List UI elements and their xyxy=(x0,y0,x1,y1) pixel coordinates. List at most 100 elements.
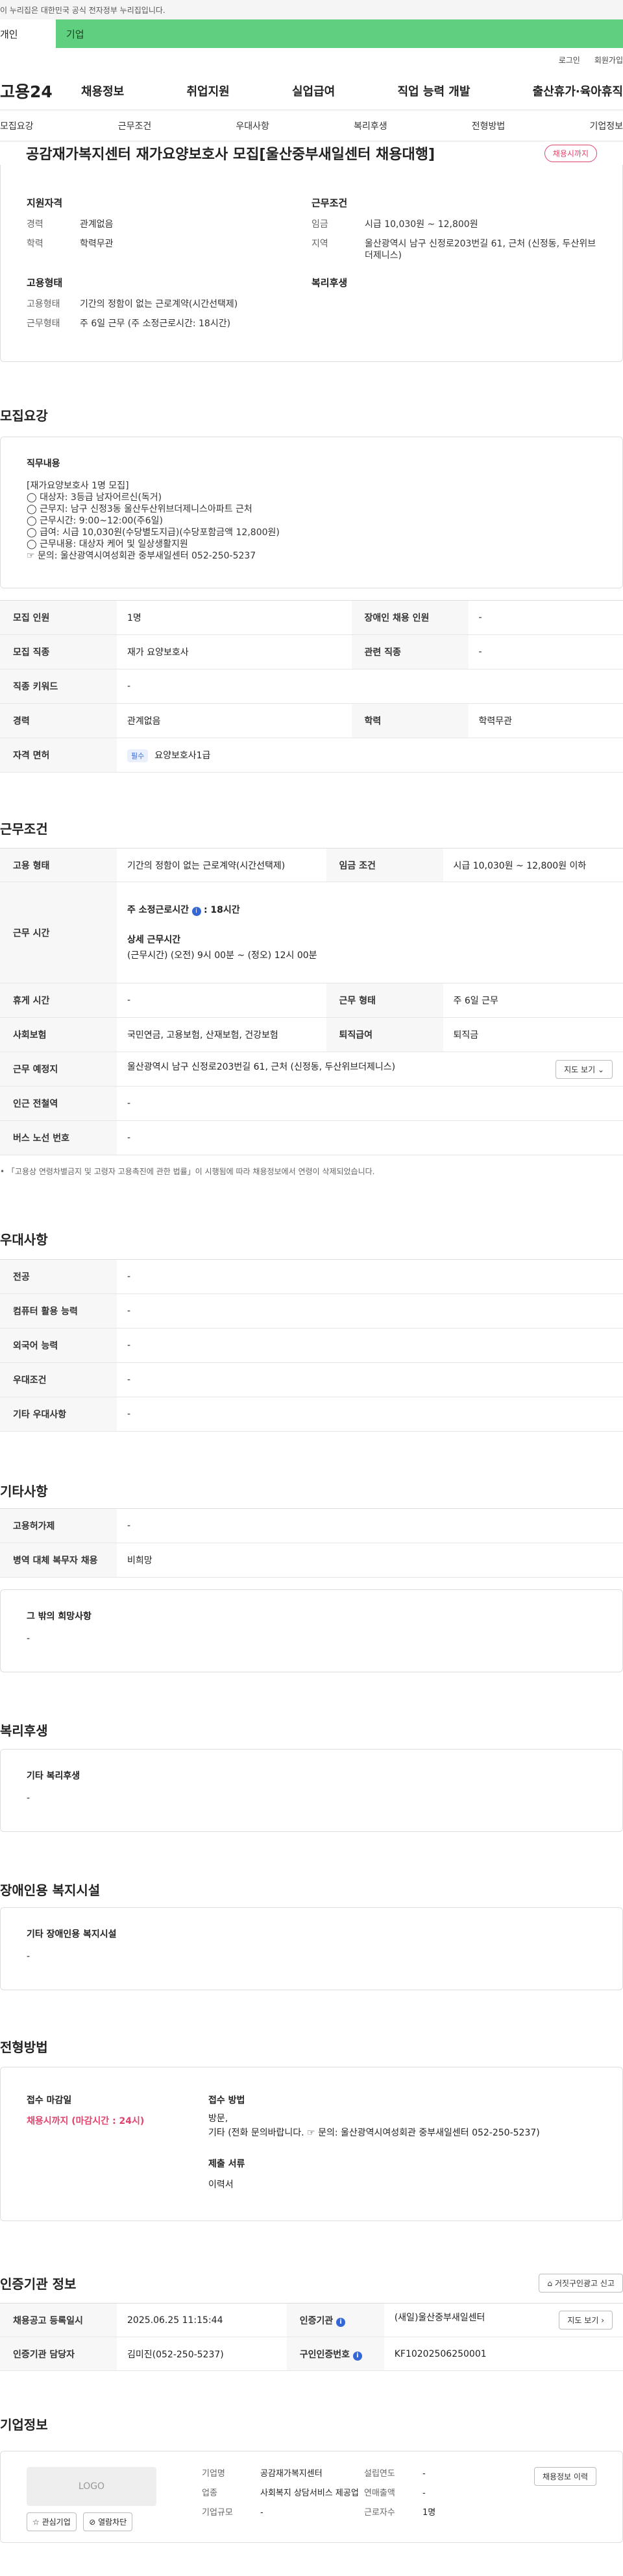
revenue-value: - xyxy=(422,2488,426,2498)
disabled-headcount-label: 장애인 채용 인원 xyxy=(351,600,469,635)
recruit-section-title: 모집요강 xyxy=(0,408,48,424)
auth-number-value: KF10202506250001 xyxy=(384,2337,623,2371)
welfare-heading: 기타 복리후생 xyxy=(27,1771,80,1781)
method-value-2: 기타 (전화 문의바랍니다. ☞ 문의: 울산광역시여성회관 중부새일센터 05… xyxy=(208,2128,540,2138)
work-conditions-heading: 근무조건 xyxy=(312,197,348,209)
menu-parental-leave[interactable]: 출산휴가·육아휴직 xyxy=(533,82,623,99)
method-value-1: 방문, xyxy=(208,2113,228,2124)
work-form-label: 근무형태 xyxy=(27,319,60,329)
bus-label: 버스 노선 번호 xyxy=(0,1120,117,1155)
headcount-label: 모집 인원 xyxy=(0,600,117,635)
anchor-welfare[interactable]: 복리후생 xyxy=(354,119,387,132)
menu-unemployment-benefit[interactable]: 실업급여 xyxy=(292,82,335,99)
welfare-section-title: 복리후생 xyxy=(0,1723,48,1739)
agency-section-title: 인증기관 정보 xyxy=(0,2276,77,2292)
registered-value: 2025.06.25 11:15:44 xyxy=(117,2303,287,2337)
status-badge: 채용시까지 xyxy=(544,144,597,162)
process-box: 접수 마감일 채용시까지 (마감시간 : 24시) 접수 방법 방문, 기타 (… xyxy=(0,2067,623,2221)
region-label: 지역 xyxy=(312,239,328,249)
menu-jobs[interactable]: 채용정보 xyxy=(81,82,124,99)
disability-value: - xyxy=(27,1951,31,1962)
education-label: 학력 xyxy=(27,239,43,249)
login-link[interactable]: 로그인 xyxy=(559,54,580,66)
table-row: 기타 우대사항 - xyxy=(0,1397,623,1432)
recruit-table: 모집 인원 1명 장애인 채용 인원 - 모집 직종 재가 요양보호사 관련 직… xyxy=(0,600,623,773)
report-button[interactable]: ⌂ 거짓구인광고 신고 xyxy=(539,2274,623,2293)
desc-line: ◯ 대상자: 3등급 남자어르신(독거) xyxy=(27,492,162,503)
info-icon[interactable]: i xyxy=(336,2317,346,2327)
conditions-table: 고용 형태 기간의 정함이 없는 근로계약(시간선택제) 임금 조건 시급 10… xyxy=(0,848,623,1155)
agency-table: 채용공고 등록일시 2025.06.25 11:15:44 인증기관 i (새일… xyxy=(0,2303,623,2371)
table-row: 고용 형태 기간의 정함이 없는 근로계약(시간선택제) 임금 조건 시급 10… xyxy=(0,848,623,882)
favorite-company-button[interactable]: ☆ 관심기업 xyxy=(27,2512,77,2531)
documents-label: 제출 서류 xyxy=(208,2159,245,2169)
table-row: 채용공고 등록일시 2025.06.25 11:15:44 인증기관 i (새일… xyxy=(0,2303,623,2337)
etc-section-title: 기타사항 xyxy=(0,1484,48,1499)
table-row: 전공 - xyxy=(0,1259,623,1294)
hiring-history-button[interactable]: 채용정보 이력 xyxy=(533,2467,596,2486)
anchor-preference[interactable]: 우대사항 xyxy=(236,119,269,132)
work-permit-value: - xyxy=(117,1508,623,1543)
registered-label: 채용공고 등록일시 xyxy=(0,2303,117,2337)
conditions-section-title: 근무조건 xyxy=(0,821,48,837)
company-name-label: 기업명 xyxy=(202,2469,225,2479)
other-wishes-box: 그 밖의 희망사항 - xyxy=(0,1589,623,1672)
related-job-label: 관련 직종 xyxy=(351,634,469,669)
manager-label: 인증기관 담당자 xyxy=(0,2337,117,2371)
retirement-label: 퇴직급여 xyxy=(326,1017,443,1052)
founded-label: 설립연도 xyxy=(364,2469,395,2479)
job-title: 공감재가복지센터 재가요양보호사 모집[울산중부새일센터 채용대행] xyxy=(26,147,435,163)
experience-value: 관계없음 xyxy=(117,703,352,738)
menu-employment-support[interactable]: 취업지원 xyxy=(187,82,230,99)
revenue-label: 연매출액 xyxy=(364,2488,395,2498)
company-size-value: - xyxy=(260,2508,263,2518)
agency-label: 인증기관 xyxy=(299,2315,334,2326)
language-label: 외국어 능력 xyxy=(0,1328,117,1363)
tab-personal[interactable]: 개인 xyxy=(0,19,56,48)
education-label: 학력 xyxy=(351,703,469,738)
other-wishes-heading: 그 밖의 희망사항 xyxy=(27,1611,92,1622)
signup-link[interactable]: 회원가입 xyxy=(594,54,623,66)
preference-table: 전공 - 컴퓨터 활용 능력 - 외국어 능력 - 우대조건 - 기타 우대사항 - xyxy=(0,1259,623,1432)
table-row: 사회보험 국민연금, 고용보험, 산재보험, 건강보험 퇴직급여 퇴직금 xyxy=(0,1017,623,1052)
table-row: 버스 노선 번호 - xyxy=(0,1120,623,1155)
manager-value: 김미진(052-250-5237) xyxy=(117,2337,287,2371)
block-view-button[interactable]: ⊘ 열람차단 xyxy=(83,2512,133,2531)
site-logo[interactable]: 고용24 xyxy=(0,79,81,102)
employees-label: 근로자수 xyxy=(364,2508,395,2518)
job-category-value: 재가 요양보호사 xyxy=(117,634,352,669)
table-row: 컴퓨터 활용 능력 - xyxy=(0,1294,623,1329)
section-anchor-nav: 모집요강 근무조건 우대사항 복리후생 전형방법 기업정보 xyxy=(0,110,623,141)
job-keyword-label: 직종 키워드 xyxy=(0,669,117,704)
agency-detail-button[interactable]: 지도 보기 › xyxy=(559,2311,613,2329)
job-category-label: 모집 직종 xyxy=(0,634,117,669)
insurance-value: 국민연금, 고용보험, 산재보험, 건강보험 xyxy=(117,1017,326,1052)
info-icon[interactable]: i xyxy=(191,906,201,916)
etc-table: 고용허가제 - 병역 대체 복무자 채용 비희망 xyxy=(0,1508,623,1578)
utility-links: 로그인 회원가입 xyxy=(0,48,623,71)
user-type-tabs: 개인 기업 xyxy=(0,19,623,48)
detail-hours-label: 상세 근무시간 xyxy=(127,934,181,945)
table-row: 자격 면허 필수 요양보호사1급 xyxy=(0,738,623,773)
subway-label: 인근 전철역 xyxy=(0,1086,117,1121)
career-value: 관계없음 xyxy=(80,219,114,230)
related-job-value: - xyxy=(468,634,623,669)
table-row: 근무 시간 주 소정근로시간 i : 18시간 상세 근무시간 (근무시간) (… xyxy=(0,882,623,983)
menu-job-training[interactable]: 직업 능력 개발 xyxy=(398,82,470,99)
anchor-conditions[interactable]: 근무조건 xyxy=(118,119,152,132)
tab-company[interactable]: 기업 xyxy=(56,19,623,48)
main-nav: 고용24 채용정보 취업지원 실업급여 직업 능력 개발 출산휴가·육아휴직 xyxy=(0,71,623,110)
agency-value: (새일)울산중부새일센터 xyxy=(394,2313,485,2323)
founded-value: - xyxy=(422,2469,426,2479)
desc-line: ◯ 근무시간: 9:00~12:00(주6일) xyxy=(27,516,163,526)
table-row: 인증기관 담당자 김미진(052-250-5237) 구인인증번호 i KF10… xyxy=(0,2337,623,2371)
anchor-recruit[interactable]: 모집요강 xyxy=(0,119,34,132)
detail-hours-value: (근무시간) (오전) 9시 00분 ~ (정오) 12시 00분 xyxy=(127,950,317,961)
anchor-process[interactable]: 전형방법 xyxy=(472,119,506,132)
info-icon[interactable]: i xyxy=(352,2351,362,2361)
map-button[interactable]: 지도 보기 ⌄ xyxy=(556,1059,613,1079)
anchor-company[interactable]: 기업정보 xyxy=(589,119,623,132)
break-value: - xyxy=(117,983,326,1018)
emp-type-value: 기간의 정함이 없는 근로계약(시간선택제) xyxy=(117,848,326,882)
emp-type-value: 기간의 정함이 없는 근로계약(시간선택제) xyxy=(80,299,238,309)
